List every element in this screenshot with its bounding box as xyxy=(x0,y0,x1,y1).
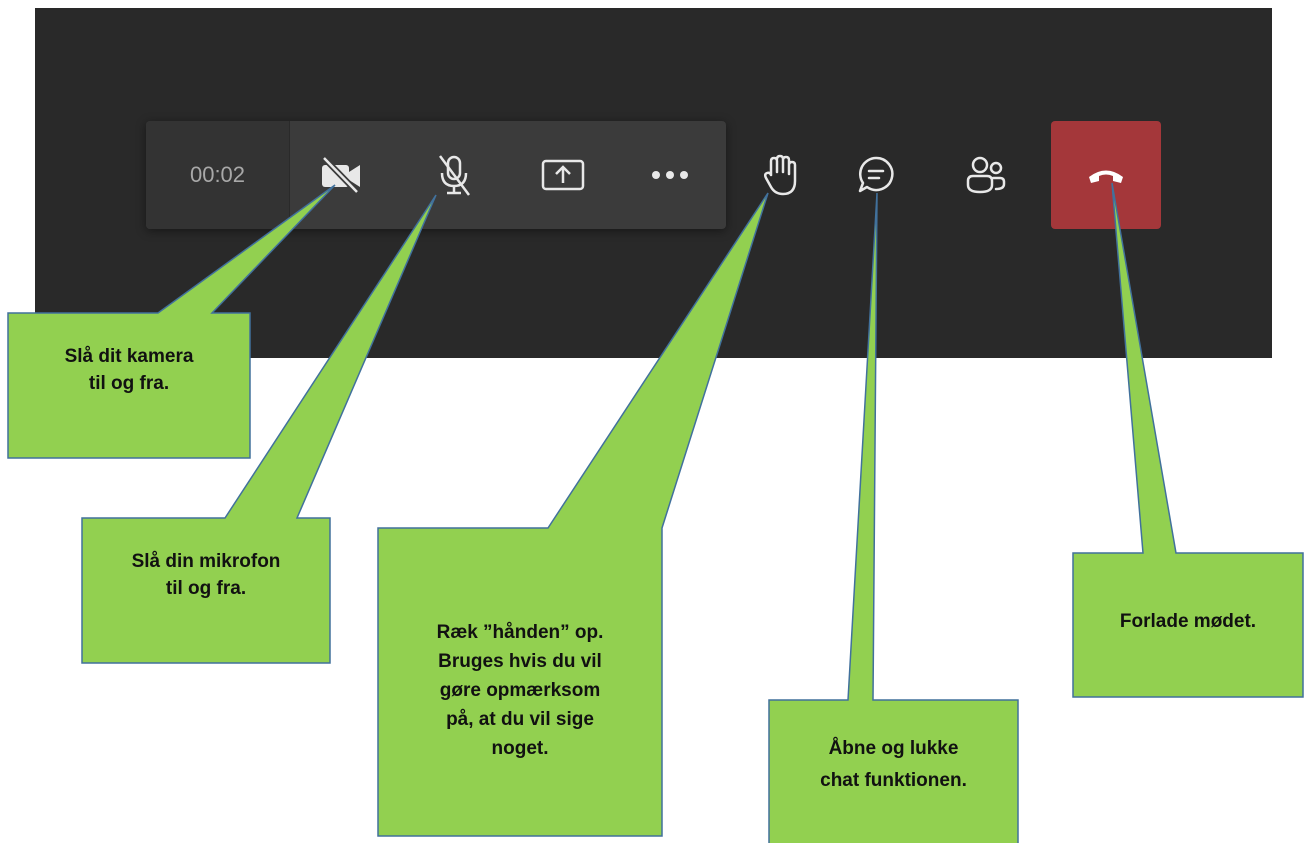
callout-line: Slå din mikrofon xyxy=(131,551,281,572)
callout-line: til og fra. xyxy=(88,373,170,394)
callout-line: Åbne og lukke xyxy=(828,738,959,759)
callout-line: Ræk ”hånden” op. xyxy=(436,622,604,643)
timer-cell: 00:02 xyxy=(146,121,290,229)
call-timer: 00:02 xyxy=(189,162,246,187)
more-options-icon xyxy=(652,171,688,179)
microphone-toggle-button[interactable] xyxy=(404,121,504,229)
leave-callout: Forlade mødet. xyxy=(1073,608,1303,635)
hand-icon xyxy=(763,154,797,196)
hang-up-icon xyxy=(1089,170,1123,183)
callout-line: gøre opmærksom xyxy=(439,680,601,701)
callout-line: Bruges hvis du vil xyxy=(438,651,602,672)
callout-line: Slå dit kamera xyxy=(64,346,194,367)
share-screen-button[interactable] xyxy=(513,121,613,229)
people-icon xyxy=(966,156,1006,194)
callout-line: til og fra. xyxy=(165,578,247,599)
more-options-button[interactable] xyxy=(620,121,720,229)
participants-button[interactable] xyxy=(936,121,1036,229)
callout-line: Forlade mødet. xyxy=(1119,611,1257,632)
microphone-callout: Slå din mikrofon til og fra. xyxy=(82,548,330,602)
mic-off-icon xyxy=(438,155,471,196)
toolbar-left-group: 00:02 xyxy=(146,121,726,229)
callout-line: chat funktionen. xyxy=(820,770,967,791)
raise-hand-button[interactable] xyxy=(731,121,831,229)
callout-line: på, at du vil sige xyxy=(446,709,594,730)
meeting-controls-bar: 00:02 xyxy=(146,121,1161,229)
callout-line: noget. xyxy=(491,738,549,759)
chat-button[interactable] xyxy=(826,121,926,229)
chat-bubble-icon xyxy=(858,156,894,193)
chat-callout: Åbne og lukke chat funktionen. xyxy=(769,733,1018,797)
camera-callout: Slå dit kamera til og fra. xyxy=(8,343,250,397)
video-off-icon xyxy=(321,155,360,195)
leave-meeting-button[interactable] xyxy=(1051,121,1161,229)
share-screen-icon xyxy=(541,159,585,191)
raise-hand-callout: Ræk ”hånden” op. Bruges hvis du vil gøre… xyxy=(378,618,662,763)
camera-toggle-button[interactable] xyxy=(291,121,391,229)
